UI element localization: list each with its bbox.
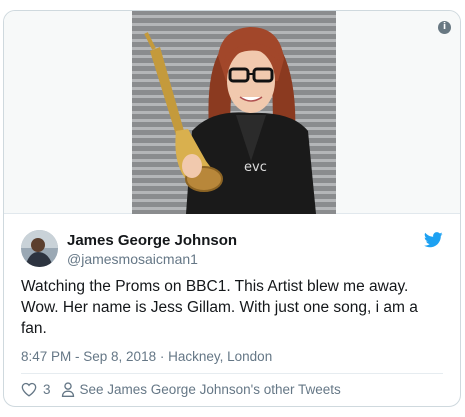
tweet-media[interactable]: evc i — [4, 11, 460, 214]
svg-text:evc: evc — [244, 160, 267, 175]
person-icon — [61, 381, 74, 397]
tweet-location[interactable]: Hackney, London — [168, 349, 272, 364]
like-count[interactable]: 3 — [43, 382, 51, 397]
tweet-meta: 8:47 PM - Sep 8, 2018 · Hackney, London — [21, 349, 272, 364]
tweet-timestamp[interactable]: 8:47 PM - Sep 8, 2018 — [21, 349, 156, 364]
meta-separator: · — [159, 349, 165, 364]
other-tweets-link[interactable]: See James George Johnson's other Tweets — [80, 382, 341, 397]
tweet-actions: 3 See James George Johnson's other Tweet… — [21, 377, 341, 401]
saxophonist-photo[interactable]: evc — [132, 11, 336, 214]
embedded-tweet-card: evc i James George Johnson @jamesmosaicm… — [3, 10, 461, 407]
heart-icon[interactable] — [21, 382, 37, 397]
author-handle[interactable]: @jamesmosaicman1 — [67, 251, 198, 267]
author-name[interactable]: James George Johnson — [67, 232, 237, 249]
tweet-text: Watching the Proms on BBC1. This Artist … — [21, 278, 418, 337]
avatar[interactable] — [21, 230, 58, 267]
divider — [21, 373, 443, 374]
twitter-bird-icon[interactable] — [424, 232, 443, 248]
info-icon[interactable]: i — [438, 21, 451, 34]
tweet-header: James George Johnson @jamesmosaicman1 — [4, 214, 460, 272]
